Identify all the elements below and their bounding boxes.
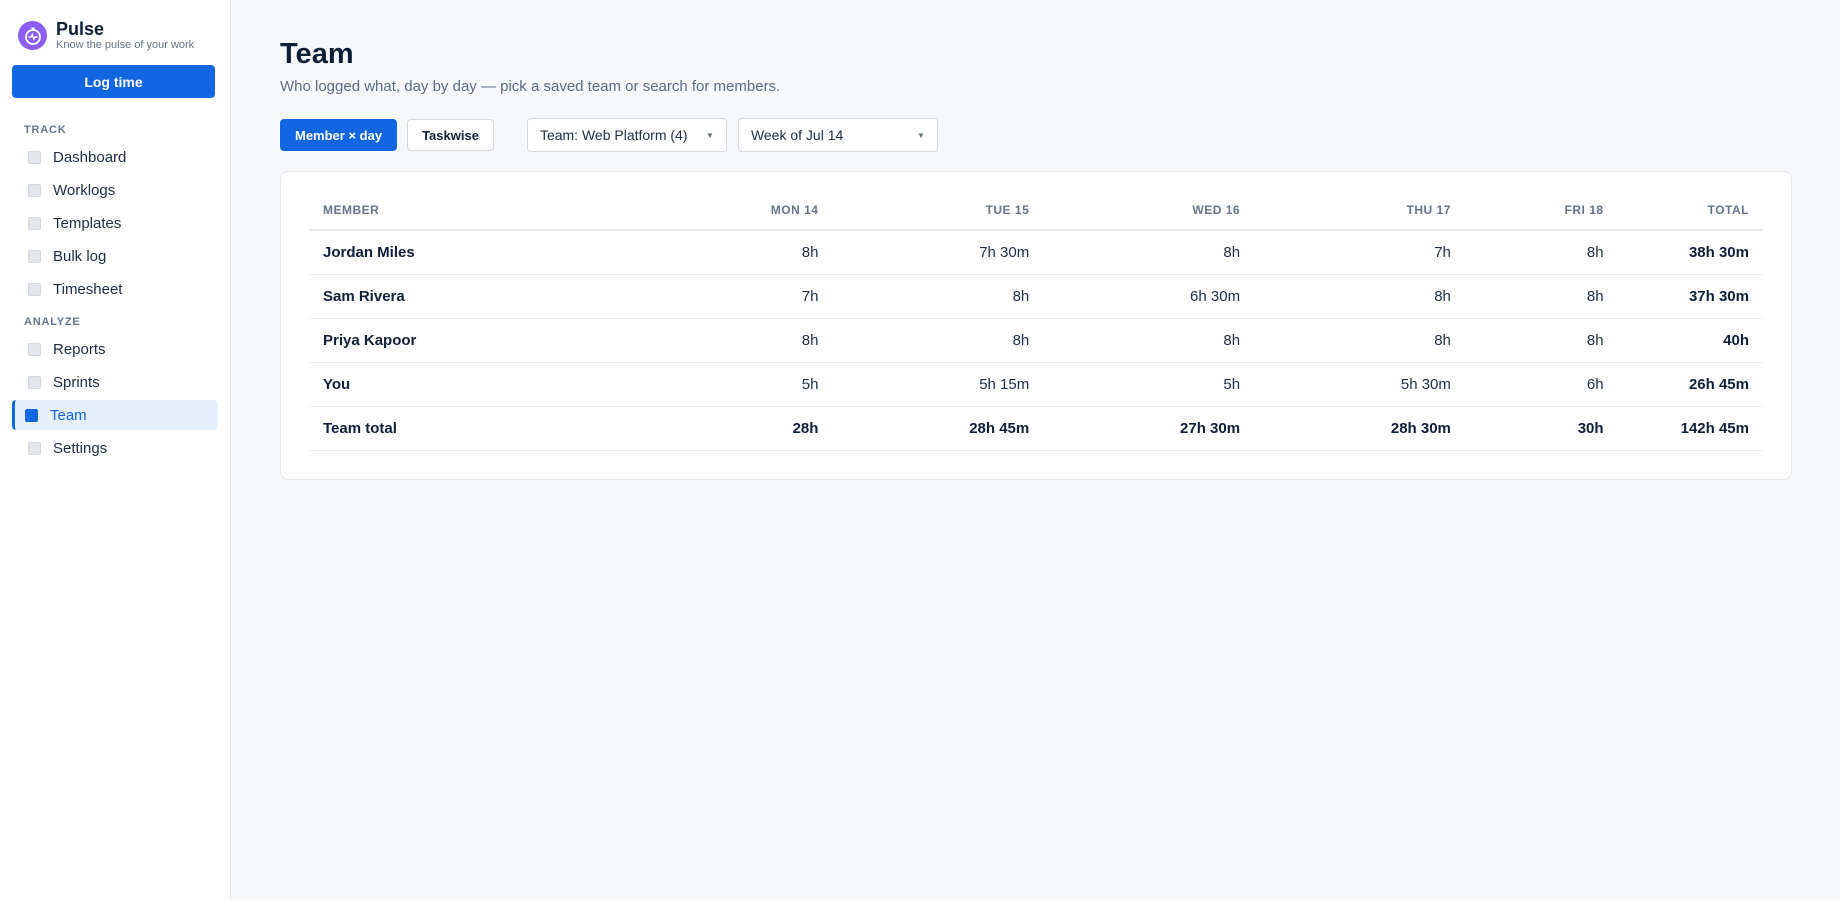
member-total: 40h (1617, 318, 1763, 363)
square-icon (28, 183, 41, 197)
square-icon (28, 342, 41, 356)
sidebar: Pulse Know the pulse of your work Log ti… (0, 0, 231, 900)
sidebar-item-label: Sprints (53, 373, 100, 391)
page-title: Team (280, 38, 354, 70)
square-icon (28, 375, 41, 389)
column-header-thu: THU 17 (1254, 203, 1465, 231)
team-total-label: Team total (309, 406, 629, 451)
sidebar-item-dashboard[interactable]: Dashboard (12, 142, 218, 172)
day-cell: 6h (1464, 362, 1618, 407)
sidebar-item-worklogs[interactable]: Worklogs (12, 175, 218, 205)
day-cell: 6h 30m (1043, 274, 1255, 319)
table-row: You 5h 5h 15m 5h 5h 30m 6h 26h 45m (309, 362, 1763, 407)
day-cell: 8h (832, 274, 1044, 319)
week-select-value: Week of Jul 14 (750, 127, 844, 143)
table-header-row: MEMBER MON 14 TUE 15 WED 16 THU 17 FRI 1… (309, 203, 1763, 231)
sidebar-item-label: Settings (53, 439, 108, 457)
member-total: 26h 45m (1617, 362, 1763, 407)
team-total-cell: 28h (628, 406, 833, 451)
team-total-cell: 28h 30m (1254, 406, 1465, 451)
column-header-mon: MON 14 (628, 203, 833, 231)
sidebar-item-settings[interactable]: Settings (12, 433, 218, 463)
column-header-total: TOTAL (1617, 203, 1763, 231)
chevron-down-icon: ▼ (917, 130, 925, 140)
view-member-day-button[interactable]: Member × day (280, 119, 398, 151)
week-select[interactable]: Week of Jul 14 ▼ (737, 118, 938, 152)
square-icon (28, 282, 41, 296)
day-cell: 8h (628, 318, 833, 363)
member-name: Jordan Miles (309, 230, 629, 275)
sidebar-item-team[interactable]: Team (12, 400, 218, 430)
square-icon (28, 441, 41, 455)
sidebar-item-label: Timesheet (53, 280, 123, 298)
day-cell: 7h 30m (832, 230, 1044, 275)
day-cell: 8h (832, 318, 1044, 363)
brand-tagline: Know the pulse of your work (56, 39, 195, 51)
chevron-down-icon: ▼ (706, 130, 714, 140)
day-cell: 8h (1254, 318, 1465, 363)
day-cell: 5h 30m (1254, 362, 1465, 407)
member-name: You (309, 362, 629, 407)
square-icon (28, 216, 41, 230)
table-row: Priya Kapoor 8h 8h 8h 8h 8h 40h (309, 318, 1763, 363)
team-select[interactable]: Team: Web Platform (4) ▼ (526, 118, 727, 152)
sidebar-item-bulk-log[interactable]: Bulk log (12, 241, 218, 271)
square-icon (28, 249, 41, 263)
team-total-row: Team total 28h 28h 45m 27h 30m 28h 30m 3… (309, 406, 1763, 451)
day-cell: 8h (628, 230, 833, 275)
column-header-member: MEMBER (309, 203, 629, 231)
sidebar-item-timesheet[interactable]: Timesheet (12, 274, 218, 304)
sidebar-item-sprints[interactable]: Sprints (12, 367, 218, 397)
view-taskwise-button[interactable]: Taskwise (407, 119, 494, 151)
day-cell: 8h (1464, 318, 1618, 363)
brand: Pulse Know the pulse of your work (12, 19, 218, 52)
day-cell: 8h (1043, 230, 1255, 275)
day-cell: 8h (1464, 274, 1618, 319)
main-content: Team Who logged what, day by day — pick … (231, 0, 1840, 900)
member-day-table: MEMBER MON 14 TUE 15 WED 16 THU 17 FRI 1… (309, 203, 1763, 451)
team-table-card: MEMBER MON 14 TUE 15 WED 16 THU 17 FRI 1… (280, 171, 1792, 480)
member-name: Priya Kapoor (309, 318, 629, 363)
team-total-cell: 30h (1464, 406, 1618, 451)
square-icon (25, 408, 38, 422)
column-header-wed: WED 16 (1043, 203, 1255, 231)
day-cell: 8h (1043, 318, 1255, 363)
sidebar-item-label: Team (50, 406, 87, 424)
square-icon (28, 150, 41, 164)
day-cell: 5h (1043, 362, 1255, 407)
sidebar-item-reports[interactable]: Reports (12, 334, 218, 364)
log-time-button[interactable]: Log time (12, 65, 215, 98)
table-row: Jordan Miles 8h 7h 30m 8h 7h 8h 38h 30m (309, 230, 1763, 275)
day-cell: 5h 15m (832, 362, 1044, 407)
sidebar-item-label: Templates (53, 214, 122, 232)
day-cell: 8h (1464, 230, 1618, 275)
nav-section-analyze: ANALYZE (24, 316, 81, 328)
nav-section-track: TRACK (24, 124, 67, 136)
sidebar-item-label: Bulk log (53, 247, 107, 265)
day-cell: 7h (1254, 230, 1465, 275)
sidebar-item-label: Reports (53, 340, 106, 358)
sidebar-item-templates[interactable]: Templates (12, 208, 218, 238)
day-cell: 5h (628, 362, 833, 407)
team-total-cell: 28h 45m (832, 406, 1044, 451)
team-total-cell: 27h 30m (1043, 406, 1255, 451)
day-cell: 8h (1254, 274, 1465, 319)
sidebar-item-label: Dashboard (53, 148, 127, 166)
table-row: Sam Rivera 7h 8h 6h 30m 8h 8h 37h 30m (309, 274, 1763, 319)
sidebar-item-label: Worklogs (53, 181, 116, 199)
column-header-fri: FRI 18 (1464, 203, 1618, 231)
member-name: Sam Rivera (309, 274, 629, 319)
member-total: 37h 30m (1617, 274, 1763, 319)
day-cell: 7h (628, 274, 833, 319)
column-header-tue: TUE 15 (832, 203, 1044, 231)
stopwatch-icon (18, 21, 47, 50)
brand-name: Pulse (56, 19, 105, 39)
page-subtitle: Who logged what, day by day — pick a sav… (280, 78, 781, 95)
toolbar: Member × day Taskwise Team: Web Platform… (280, 118, 1840, 152)
member-total: 38h 30m (1617, 230, 1763, 275)
team-select-value: Team: Web Platform (4) (539, 127, 688, 143)
team-grand-total: 142h 45m (1617, 406, 1763, 451)
